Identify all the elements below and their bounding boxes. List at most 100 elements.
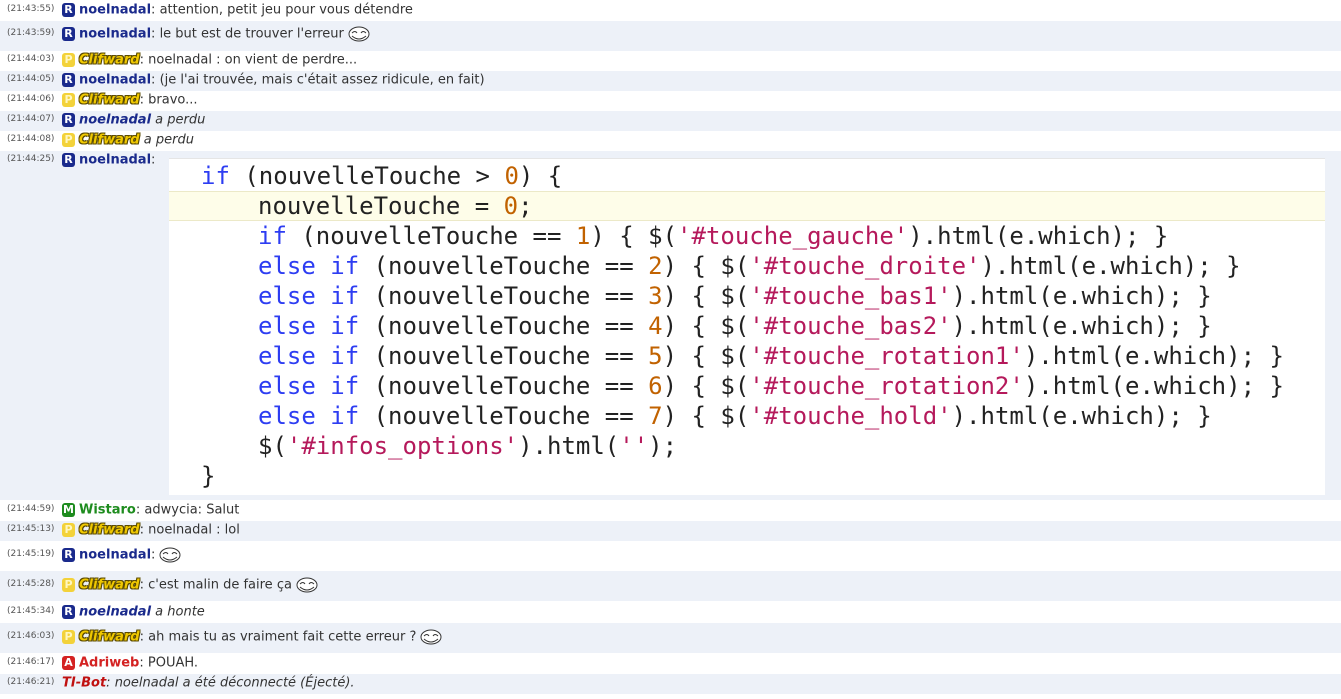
timestamp: (21:44:06): [7, 94, 55, 104]
separator: :: [151, 72, 156, 88]
separator: :: [151, 547, 156, 563]
rank-badge-icon: P: [62, 578, 75, 592]
username[interactable]: noelnadal: [79, 73, 151, 88]
chat-row: (21:45:13) P Clifward: noelnadal : lol: [0, 521, 1341, 541]
message-text: le but est de trouver l'erreur: [159, 26, 344, 42]
code-screenshot-image[interactable]: if (nouvelleTouche > 0) { nouvelleTouche…: [169, 158, 1325, 495]
username[interactable]: noelnadal: [79, 27, 151, 42]
username[interactable]: TI-Bot: [62, 676, 106, 691]
timestamp: (21:45:34): [7, 606, 55, 616]
separator: :: [135, 502, 141, 518]
username[interactable]: Adriweb: [79, 656, 139, 671]
username[interactable]: noelnadal: [79, 3, 151, 18]
timestamp: (21:44:05): [7, 74, 55, 84]
chat-row: (21:45:34) Rnoelnadal a honte: [0, 603, 1341, 623]
message-text: noelnadal a été déconnecté (Éjecté).: [114, 675, 355, 691]
chat-row: (21:46:21) TI-Bot: noelnadal a été déconn…: [0, 674, 1341, 694]
code-line: else if (nouvelleTouche == 7) { $('#touc…: [258, 402, 1212, 430]
code-line: else if (nouvelleTouche == 2) { $('#touc…: [258, 252, 1241, 280]
message-text: noelnadal : on vient de perdre...: [148, 52, 358, 68]
message-text: adwycia: Salut: [144, 502, 240, 518]
code-line: nouvelleTouche = 0;: [258, 192, 533, 220]
chat-row: (21:43:59) Rnoelnadal: le but est de trou…: [0, 21, 1341, 51]
timestamp: (21:46:03): [7, 631, 55, 641]
separator: :: [139, 655, 144, 671]
timestamp: (21:46:21): [7, 677, 55, 687]
chat-row: [0, 694, 1341, 699]
chat-row: (21:44:06) P Clifward: bravo...: [0, 91, 1341, 111]
chat-row: (21:44:08) P Clifward a perdu: [0, 131, 1341, 151]
code-line: }: [201, 462, 216, 490]
separator: :: [151, 152, 156, 168]
timestamp: (21:44:07): [7, 114, 55, 124]
chat-row: (21:44:03) P Clifward: noelnadal : on vien…: [0, 51, 1341, 71]
username[interactable]: Clifward: [79, 578, 140, 593]
code-line: else if (nouvelleTouche == 6) { $('#touc…: [258, 372, 1284, 400]
timestamp: (21:43:59): [7, 28, 55, 38]
separator: :: [139, 629, 144, 645]
rank-badge-icon: R: [62, 548, 75, 562]
rank-badge-icon: R: [62, 605, 75, 619]
message-text: POUAH.: [147, 655, 199, 671]
separator: :: [139, 577, 144, 593]
separator: :: [151, 26, 156, 42]
username[interactable]: noelnadal: [79, 113, 151, 128]
username[interactable]: Clifward: [79, 133, 140, 148]
trollface-icon: [420, 629, 442, 645]
separator: :: [139, 92, 144, 108]
code-line: if (nouvelleTouche > 0) {: [201, 162, 563, 190]
username[interactable]: Clifward: [79, 93, 140, 108]
code-line: $('#infos_options').html('');: [258, 432, 678, 460]
rank-badge-icon: R: [62, 27, 75, 41]
separator: :: [139, 52, 144, 68]
rank-badge-icon: R: [62, 73, 75, 87]
rank-badge-icon: P: [62, 93, 75, 107]
timestamp: (21:44:08): [7, 134, 55, 144]
message-text: c'est malin de faire ça: [148, 577, 292, 593]
username[interactable]: noelnadal: [79, 153, 151, 168]
action-text: a honte: [155, 604, 205, 620]
code-line: else if (nouvelleTouche == 5) { $('#touc…: [258, 342, 1284, 370]
trollface-icon: [159, 547, 181, 563]
code-line: if (nouvelleTouche == 1) { $('#touche_ga…: [258, 222, 1169, 250]
username[interactable]: noelnadal: [79, 548, 151, 563]
chat-row: (21:44:59) M Wistaro: adwycia: Salut: [0, 501, 1341, 521]
message-text: ah mais tu as vraiment fait cette erreur…: [148, 629, 417, 645]
message-text: (je l'ai trouvée, mais c'était assez rid…: [159, 72, 485, 88]
timestamp: (21:44:59): [7, 504, 55, 514]
username[interactable]: noelnadal: [79, 605, 151, 620]
separator: :: [106, 675, 111, 691]
chat-row: (21:44:07) Rnoelnadal a perdu: [0, 111, 1341, 131]
rank-badge-icon: P: [62, 523, 75, 537]
rank-badge-icon: P: [62, 630, 75, 644]
username[interactable]: Wistaro: [79, 503, 136, 518]
message-text: attention, petit jeu pour vous détendre: [159, 2, 413, 18]
separator: :: [151, 2, 156, 18]
chat-row: (21:45:28) P Clifward: c'est malin de fair…: [0, 571, 1341, 601]
message-text: bravo...: [148, 92, 198, 108]
action-text: a perdu: [155, 112, 206, 128]
timestamp: (21:46:17): [7, 657, 55, 667]
username[interactable]: Clifward: [79, 53, 140, 68]
username[interactable]: Clifward: [79, 523, 140, 538]
timestamp: (21:43:55): [7, 4, 55, 14]
rank-badge-icon: P: [62, 53, 75, 67]
timestamp: (21:45:28): [7, 579, 55, 589]
username[interactable]: Clifward: [79, 630, 140, 645]
separator: :: [139, 522, 144, 538]
trollface-icon: [296, 577, 318, 593]
code-line: else if (nouvelleTouche == 4) { $('#touc…: [258, 312, 1212, 340]
rank-badge-icon: P: [62, 133, 75, 147]
chat-row: (21:44:05) Rnoelnadal: (je l'ai trouvée, …: [0, 71, 1341, 91]
message-text: noelnadal : lol: [148, 522, 240, 538]
rank-badge-icon: R: [62, 153, 75, 167]
code-line: else if (nouvelleTouche == 3) { $('#touc…: [258, 282, 1212, 310]
action-text: a perdu: [143, 132, 194, 148]
chat-row: (21:45:19) Rnoelnadal:: [0, 541, 1341, 571]
chat-row: (21:46:17) A Adriweb: POUAH.: [0, 654, 1341, 674]
trollface-icon: [348, 26, 370, 42]
timestamp: (21:45:19): [7, 549, 55, 559]
rank-badge-icon: R: [62, 113, 75, 127]
chat-row: (21:43:55) Rnoelnadal: attention, petit j…: [0, 1, 1341, 21]
timestamp: (21:44:03): [7, 54, 55, 64]
